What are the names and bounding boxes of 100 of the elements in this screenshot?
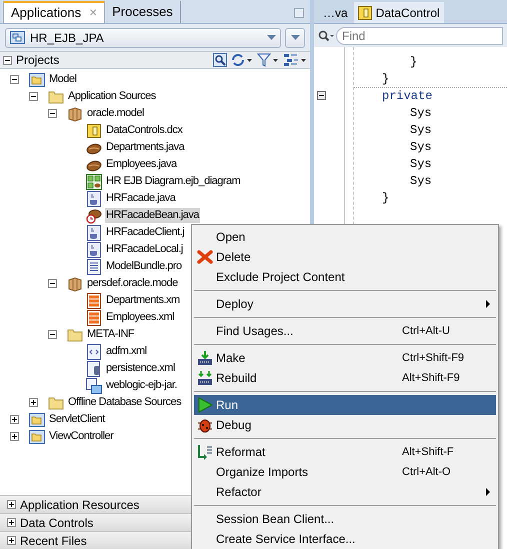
expand-toggle[interactable] [7,518,16,527]
descriptor-file-icon [86,378,102,394]
code-text: } [382,70,390,88]
tree-item[interactable]: ViewController [48,429,114,444]
tree-item[interactable]: ServletClient [48,412,106,427]
panel-tab[interactable]: Processes [105,1,181,23]
editor-tab[interactable]: DataControl [354,2,444,23]
caret-icon [267,35,276,40]
menu-item[interactable]: Run [194,395,496,415]
collapse-toggle[interactable] [48,330,57,339]
tree-item[interactable]: Application Sources [67,89,157,104]
bean-clock-icon [86,208,102,224]
project-folder-icon [29,412,45,428]
tree-item[interactable]: persistence.xml [105,361,176,376]
code-text: Sys [410,104,432,122]
collapse-toggle[interactable] [3,56,12,64]
fold-toggle[interactable] [317,91,326,100]
application-icon [10,31,25,44]
java-file-icon [86,242,102,258]
expand-toggle[interactable] [7,500,16,509]
tree-item[interactable]: HR EJB Diagram.ejb_diagram [105,174,242,189]
application-dropdown[interactable]: HR_EJB_JPA [5,28,281,48]
tree-item[interactable]: HRFacadeBean.java [105,208,200,223]
menu-item[interactable]: Exclude Project Content [194,267,496,287]
collapse-toggle[interactable] [48,279,57,288]
rebuild-icon [197,370,213,386]
menu-item[interactable]: Make Ctrl+Shift-F9 [194,348,496,368]
editor-tab[interactable]: …va [320,2,352,23]
tree-item[interactable]: Model [48,72,78,87]
expand-toggle[interactable] [29,398,38,407]
package-icon [67,276,83,292]
collapse-toggle[interactable] [48,109,57,118]
code-text: Sys [410,122,432,138]
shortcut-text: Alt+Shift-F [402,444,455,460]
tree-item[interactable]: weblogic-ejb-jar. [105,378,178,393]
menu-item[interactable]: Find Usages... Ctrl+Alt-U [194,321,496,341]
database-file-icon [86,360,102,376]
menu-item[interactable]: Reformat Alt+Shift-F [194,442,496,462]
mapping-file-icon [86,310,102,326]
tree-item[interactable]: Departments.java [105,140,186,155]
collapse-toggle[interactable] [10,75,19,84]
tree-item[interactable]: persdef.oracle.mode [86,276,179,291]
menu-item[interactable]: Session Bean Client... [194,509,496,529]
java-file-icon [86,190,102,206]
layout-icon[interactable] [283,53,307,67]
text-file-icon [86,258,102,274]
sync-icon[interactable] [231,53,253,67]
project-folder-icon [29,72,45,88]
menu-item[interactable]: Refactor [194,482,496,502]
tree-item[interactable]: ModelBundle.pro [105,259,183,274]
tree-item[interactable]: HRFacadeClient.j [105,225,186,240]
filter-icon[interactable] [257,53,279,67]
tree-item[interactable]: HRFacadeLocal.j [105,242,184,257]
menu-item[interactable]: Deploy [194,294,496,314]
xml-file-icon [86,344,102,360]
data-file-icon [86,122,102,138]
build-icon [197,350,213,366]
accordion-header[interactable]: Recent Files [20,532,87,549]
shortcut-text: Ctrl+Shift-F9 [402,350,466,366]
section-title: Projects [16,52,60,69]
expand-toggle[interactable] [7,536,16,545]
panel-tab[interactable]: Applications ✕ [3,1,106,23]
tree-item[interactable]: adfm.xml [105,344,148,359]
tree-item[interactable]: Employees.java [105,157,178,172]
menu-button[interactable] [285,28,305,48]
folder-icon [48,394,64,410]
menu-item[interactable]: Open [194,227,496,247]
format-icon [197,444,213,460]
tree-item[interactable]: Offline Database Sources [67,395,182,410]
data-file-icon [356,4,373,20]
menu-item[interactable]: Delete [194,247,496,267]
menu-item[interactable]: Debug [194,415,496,435]
menu-item[interactable]: Rebuild Alt+Shift-F9 [194,368,496,388]
folder-icon [48,88,64,104]
search-icon[interactable] [213,53,227,67]
collapse-toggle[interactable] [29,92,38,101]
shortcut-text: Alt+Shift-F9 [402,370,461,386]
java-file-icon [86,224,102,240]
folder-icon [67,326,83,342]
tree-item[interactable]: Employees.xml [105,310,176,325]
menu-item[interactable]: Create Service Interface... [194,529,496,549]
menu-item[interactable]: Organize Imports Ctrl+Alt-O [194,462,496,482]
code-text: Sys [410,156,432,172]
code-text: private [382,88,432,105]
code-text: } [410,54,418,70]
diagram-icon [86,174,102,190]
shortcut-text: Ctrl+Alt-U [402,324,451,339]
tree-item[interactable]: META-INF [86,327,136,342]
tree-item[interactable]: oracle.model [86,106,145,121]
search-icon[interactable] [318,30,334,42]
code-text: Sys [410,172,432,190]
code-text: Sys [410,138,432,156]
tree-item[interactable]: Departments.xm [105,293,181,308]
expand-toggle[interactable] [10,432,19,441]
tree-item[interactable]: HRFacade.java [105,191,176,206]
tree-item[interactable]: DataControls.dcx [105,123,184,138]
expand-toggle[interactable] [10,415,19,424]
find-field[interactable]: Find [336,26,503,44]
run-icon [197,397,213,413]
accordion-header[interactable]: Data Controls [20,514,94,532]
